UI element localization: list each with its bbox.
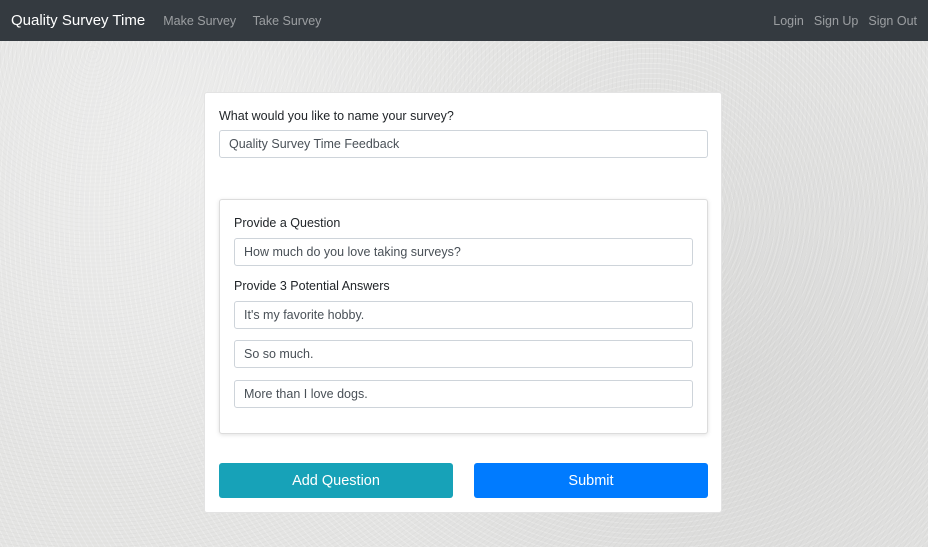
answer-input-1[interactable] bbox=[234, 301, 693, 329]
nav-right-links: Login Sign Up Sign Out bbox=[763, 14, 917, 28]
question-card: Provide a Question Provide 3 Potential A… bbox=[219, 199, 708, 434]
submit-button[interactable]: Submit bbox=[474, 463, 708, 498]
answer-input-3[interactable] bbox=[234, 380, 693, 408]
navbar: Quality Survey Time Make Survey Take Sur… bbox=[0, 0, 928, 41]
question-label: Provide a Question bbox=[234, 216, 341, 230]
nav-left-links: Make Survey Take Survey bbox=[163, 12, 333, 30]
nav-make-survey[interactable]: Make Survey bbox=[163, 14, 236, 28]
add-question-button[interactable]: Add Question bbox=[219, 463, 453, 498]
nav-take-survey[interactable]: Take Survey bbox=[253, 14, 322, 28]
answer-input-2[interactable] bbox=[234, 340, 693, 368]
nav-sign-out[interactable]: Sign Out bbox=[868, 14, 917, 28]
nav-sign-up[interactable]: Sign Up bbox=[814, 14, 858, 28]
answers-label: Provide 3 Potential Answers bbox=[234, 279, 390, 293]
question-input[interactable] bbox=[234, 238, 693, 266]
nav-login[interactable]: Login bbox=[773, 14, 804, 28]
survey-form-card: What would you like to name your survey?… bbox=[204, 92, 722, 513]
brand-link[interactable]: Quality Survey Time bbox=[11, 12, 145, 29]
survey-name-input[interactable] bbox=[219, 130, 708, 158]
survey-name-label: What would you like to name your survey? bbox=[219, 109, 454, 123]
